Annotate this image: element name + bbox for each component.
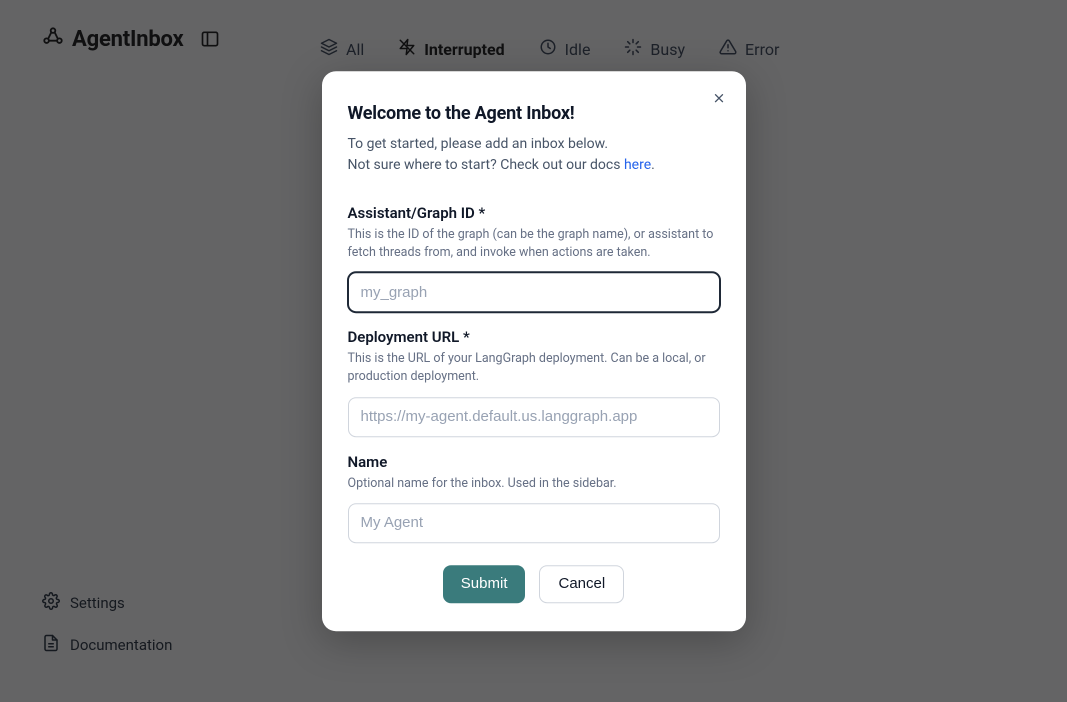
deployment-url-description: This is the URL of your LangGraph deploy…	[348, 350, 720, 386]
deployment-url-input[interactable]	[348, 397, 720, 437]
graph-id-description: This is the ID of the graph (can be the …	[348, 226, 720, 262]
modal-subtitle: To get started, please add an inbox belo…	[348, 134, 720, 176]
modal-intro-line2-prefix: Not sure where to start? Check out our d…	[348, 157, 624, 173]
close-button[interactable]	[708, 87, 730, 113]
welcome-modal: Welcome to the Agent Inbox! To get start…	[322, 71, 746, 631]
name-description: Optional name for the inbox. Used in the…	[348, 475, 720, 493]
modal-title: Welcome to the Agent Inbox!	[348, 103, 720, 124]
cancel-button[interactable]: Cancel	[539, 565, 624, 603]
name-label: Name	[348, 453, 720, 471]
docs-link[interactable]: here	[624, 157, 651, 173]
deployment-url-label: Deployment URL *	[348, 328, 720, 346]
submit-button[interactable]: Submit	[443, 565, 526, 603]
modal-intro-line2-suffix: .	[651, 157, 655, 173]
modal-intro-line1: To get started, please add an inbox belo…	[348, 136, 609, 152]
graph-id-label: Assistant/Graph ID *	[348, 204, 720, 222]
name-input[interactable]	[348, 503, 720, 543]
add-inbox-form: Assistant/Graph ID * This is the ID of t…	[348, 204, 720, 603]
graph-id-input[interactable]	[348, 272, 720, 312]
